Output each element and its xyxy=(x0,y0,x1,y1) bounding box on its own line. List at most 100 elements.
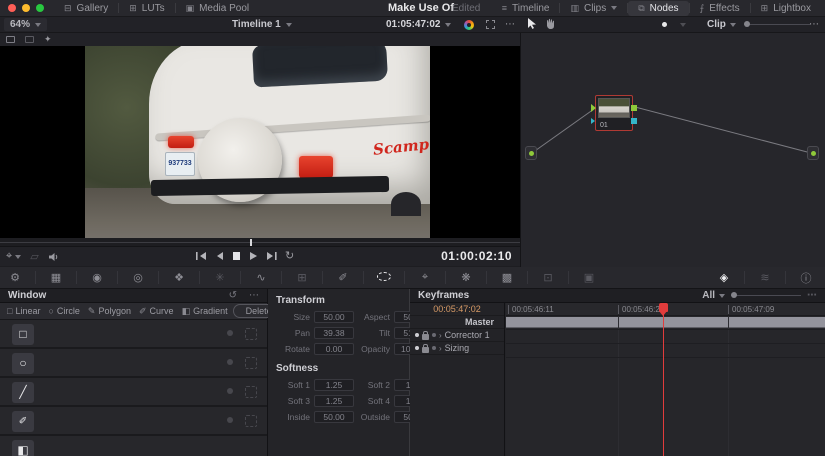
expand-chevron-icon[interactable]: › xyxy=(439,331,442,340)
image-wipe-icon[interactable] xyxy=(6,36,15,43)
scrubber-playhead[interactable] xyxy=(250,239,252,246)
magic-mask-icon[interactable]: ❋ xyxy=(451,271,481,284)
source-node[interactable] xyxy=(525,146,537,160)
window-list-item-polygon[interactable]: ╱ xyxy=(0,378,267,407)
play-button[interactable] xyxy=(249,251,258,261)
rotate-field[interactable]: 0.00 xyxy=(314,343,354,355)
grab-still-icon[interactable]: ▱ xyxy=(30,250,38,263)
nodes-button[interactable]: ⧉ Nodes xyxy=(628,0,689,16)
output-node[interactable] xyxy=(807,146,819,160)
zoom-window-button[interactable] xyxy=(36,4,44,12)
lightbox-button[interactable]: ⊞ Lightbox xyxy=(751,0,821,16)
soft3-field[interactable]: 1.25 xyxy=(314,395,354,407)
stop-button[interactable] xyxy=(232,251,241,261)
viewer-options-menu[interactable]: ⋯ xyxy=(505,19,516,30)
keyframe-dot-icon[interactable] xyxy=(432,346,436,350)
step-back-button[interactable] xyxy=(215,251,224,261)
window-panel-menu[interactable]: ⋯ xyxy=(249,290,259,301)
enable-dot-icon[interactable] xyxy=(415,333,419,337)
invert-mask-icon[interactable] xyxy=(227,359,233,365)
window-list-item-linear[interactable]: □ xyxy=(0,320,267,349)
node-mode-select[interactable]: Clip xyxy=(707,19,736,30)
track-sizing[interactable]: › Sizing xyxy=(410,342,504,355)
video-frame[interactable]: 937733 Scamp xyxy=(85,46,430,238)
viewer-timecode-display[interactable]: 01:05:47:02 xyxy=(386,19,452,30)
soft1-field[interactable]: 1.25 xyxy=(314,379,354,391)
sizing-icon[interactable]: ▣ xyxy=(574,271,604,284)
gradient-window-button[interactable]: ◧ Gradient xyxy=(179,306,231,317)
key-output-port[interactable] xyxy=(631,118,637,124)
track-master[interactable]: Master xyxy=(410,316,504,329)
viewer-scrubber[interactable] xyxy=(0,238,520,247)
hand-tool-icon[interactable] xyxy=(545,18,556,30)
clips-button[interactable]: ▥ Clips xyxy=(560,0,627,16)
motion-effects-icon[interactable]: ✳ xyxy=(205,271,235,284)
window-list-item-circle[interactable]: ○ xyxy=(0,349,267,378)
playhead-line[interactable] xyxy=(663,303,664,456)
media-pool-button[interactable]: ▣ Media Pool xyxy=(176,0,260,16)
circle-window-button[interactable]: ○ Circle xyxy=(45,306,82,316)
mask-mode-icon[interactable] xyxy=(245,415,257,427)
curve-window-button[interactable]: ✐ Curve xyxy=(136,306,177,317)
enable-dot-icon[interactable] xyxy=(415,346,419,350)
rgb-mixer-icon[interactable]: ❖ xyxy=(164,271,194,284)
expand-chevron-icon[interactable]: › xyxy=(439,344,442,353)
key-icon[interactable]: ⊡ xyxy=(533,271,563,284)
skip-to-end-button[interactable] xyxy=(266,251,277,261)
info-icon[interactable]: ⓘ xyxy=(791,270,821,286)
keyframe-dot-icon[interactable] xyxy=(432,333,436,337)
scopes-icon[interactable]: ≋ xyxy=(750,271,780,284)
master-track-bar[interactable] xyxy=(506,317,825,328)
enhanced-viewer-wand-icon[interactable]: ✦ xyxy=(44,34,52,45)
invert-mask-icon[interactable] xyxy=(227,388,233,394)
color-viewer-icon[interactable] xyxy=(464,20,474,30)
close-window-button[interactable] xyxy=(8,4,16,12)
window-list-item-curve[interactable]: ✐ xyxy=(0,407,267,436)
pan-field[interactable]: 39.38 xyxy=(314,327,354,339)
mask-mode-icon[interactable] xyxy=(245,386,257,398)
audio-mute-icon[interactable] xyxy=(48,252,60,262)
invert-mask-icon[interactable] xyxy=(227,330,233,336)
node-options-menu[interactable]: ⋯ xyxy=(809,19,820,30)
rgb-output-port[interactable] xyxy=(631,105,637,111)
expand-viewer-icon[interactable] xyxy=(486,20,495,29)
minimize-window-button[interactable] xyxy=(22,4,30,12)
node-graph-panel[interactable]: 01 xyxy=(521,33,825,267)
onscreen-controls-select[interactable]: ⌖ xyxy=(6,250,22,263)
corrector-node-01[interactable]: 01 xyxy=(591,95,637,131)
camera-raw-icon[interactable]: ⚙ xyxy=(0,271,30,284)
tracker-icon[interactable]: ⌖ xyxy=(410,271,440,284)
pointer-tool-icon[interactable] xyxy=(527,18,537,30)
curves-icon[interactable]: ∿ xyxy=(246,271,276,284)
key-input-port[interactable] xyxy=(591,118,595,124)
keyframe-timeline[interactable]: 00:05:46:11 00:05:46:22 00:05:47:09 xyxy=(506,303,825,456)
size-field[interactable]: 50.00 xyxy=(314,311,354,323)
color-wheels-icon[interactable]: ◉ xyxy=(82,271,112,284)
reset-icon[interactable]: ↺ xyxy=(229,290,237,301)
window-list-item-gradient[interactable]: ◧ xyxy=(0,436,267,456)
color-warper-icon[interactable]: ⊞ xyxy=(287,271,317,284)
loop-playback-button[interactable]: ↻ xyxy=(285,250,294,262)
split-screen-icon[interactable] xyxy=(25,36,34,43)
polygon-window-button[interactable]: ✎ Polygon xyxy=(85,306,134,317)
mask-mode-icon[interactable] xyxy=(245,357,257,369)
lock-icon[interactable] xyxy=(422,343,429,353)
edit-sizing-icon[interactable]: ▦ xyxy=(41,271,71,284)
blur-icon[interactable]: ▩ xyxy=(492,271,522,284)
inside-field[interactable]: 50.00 xyxy=(314,411,354,423)
window-icon[interactable] xyxy=(369,271,399,284)
luts-button[interactable]: ⊞ LUTs xyxy=(119,0,174,16)
viewer-zoom-select[interactable]: 64% xyxy=(4,18,48,31)
timeline-button[interactable]: ≡ Timeline xyxy=(492,0,560,16)
gallery-button[interactable]: ⊟ Gallery xyxy=(54,0,118,16)
track-corrector-1[interactable]: › Corrector 1 xyxy=(410,329,504,342)
node-zoom-slider[interactable] xyxy=(744,21,810,27)
timeline-select[interactable]: Timeline 1 xyxy=(232,19,292,30)
rgb-input-port[interactable] xyxy=(591,104,596,112)
linear-window-button[interactable]: □ Linear xyxy=(4,306,43,316)
mask-mode-icon[interactable] xyxy=(245,328,257,340)
keyframes-panel-icon[interactable]: ◈ xyxy=(709,271,739,284)
keyframes-menu[interactable]: ⋯ xyxy=(807,290,817,301)
effects-button[interactable]: ⨍ Effects xyxy=(690,0,750,16)
keyframes-filter-select[interactable]: All xyxy=(702,290,725,301)
